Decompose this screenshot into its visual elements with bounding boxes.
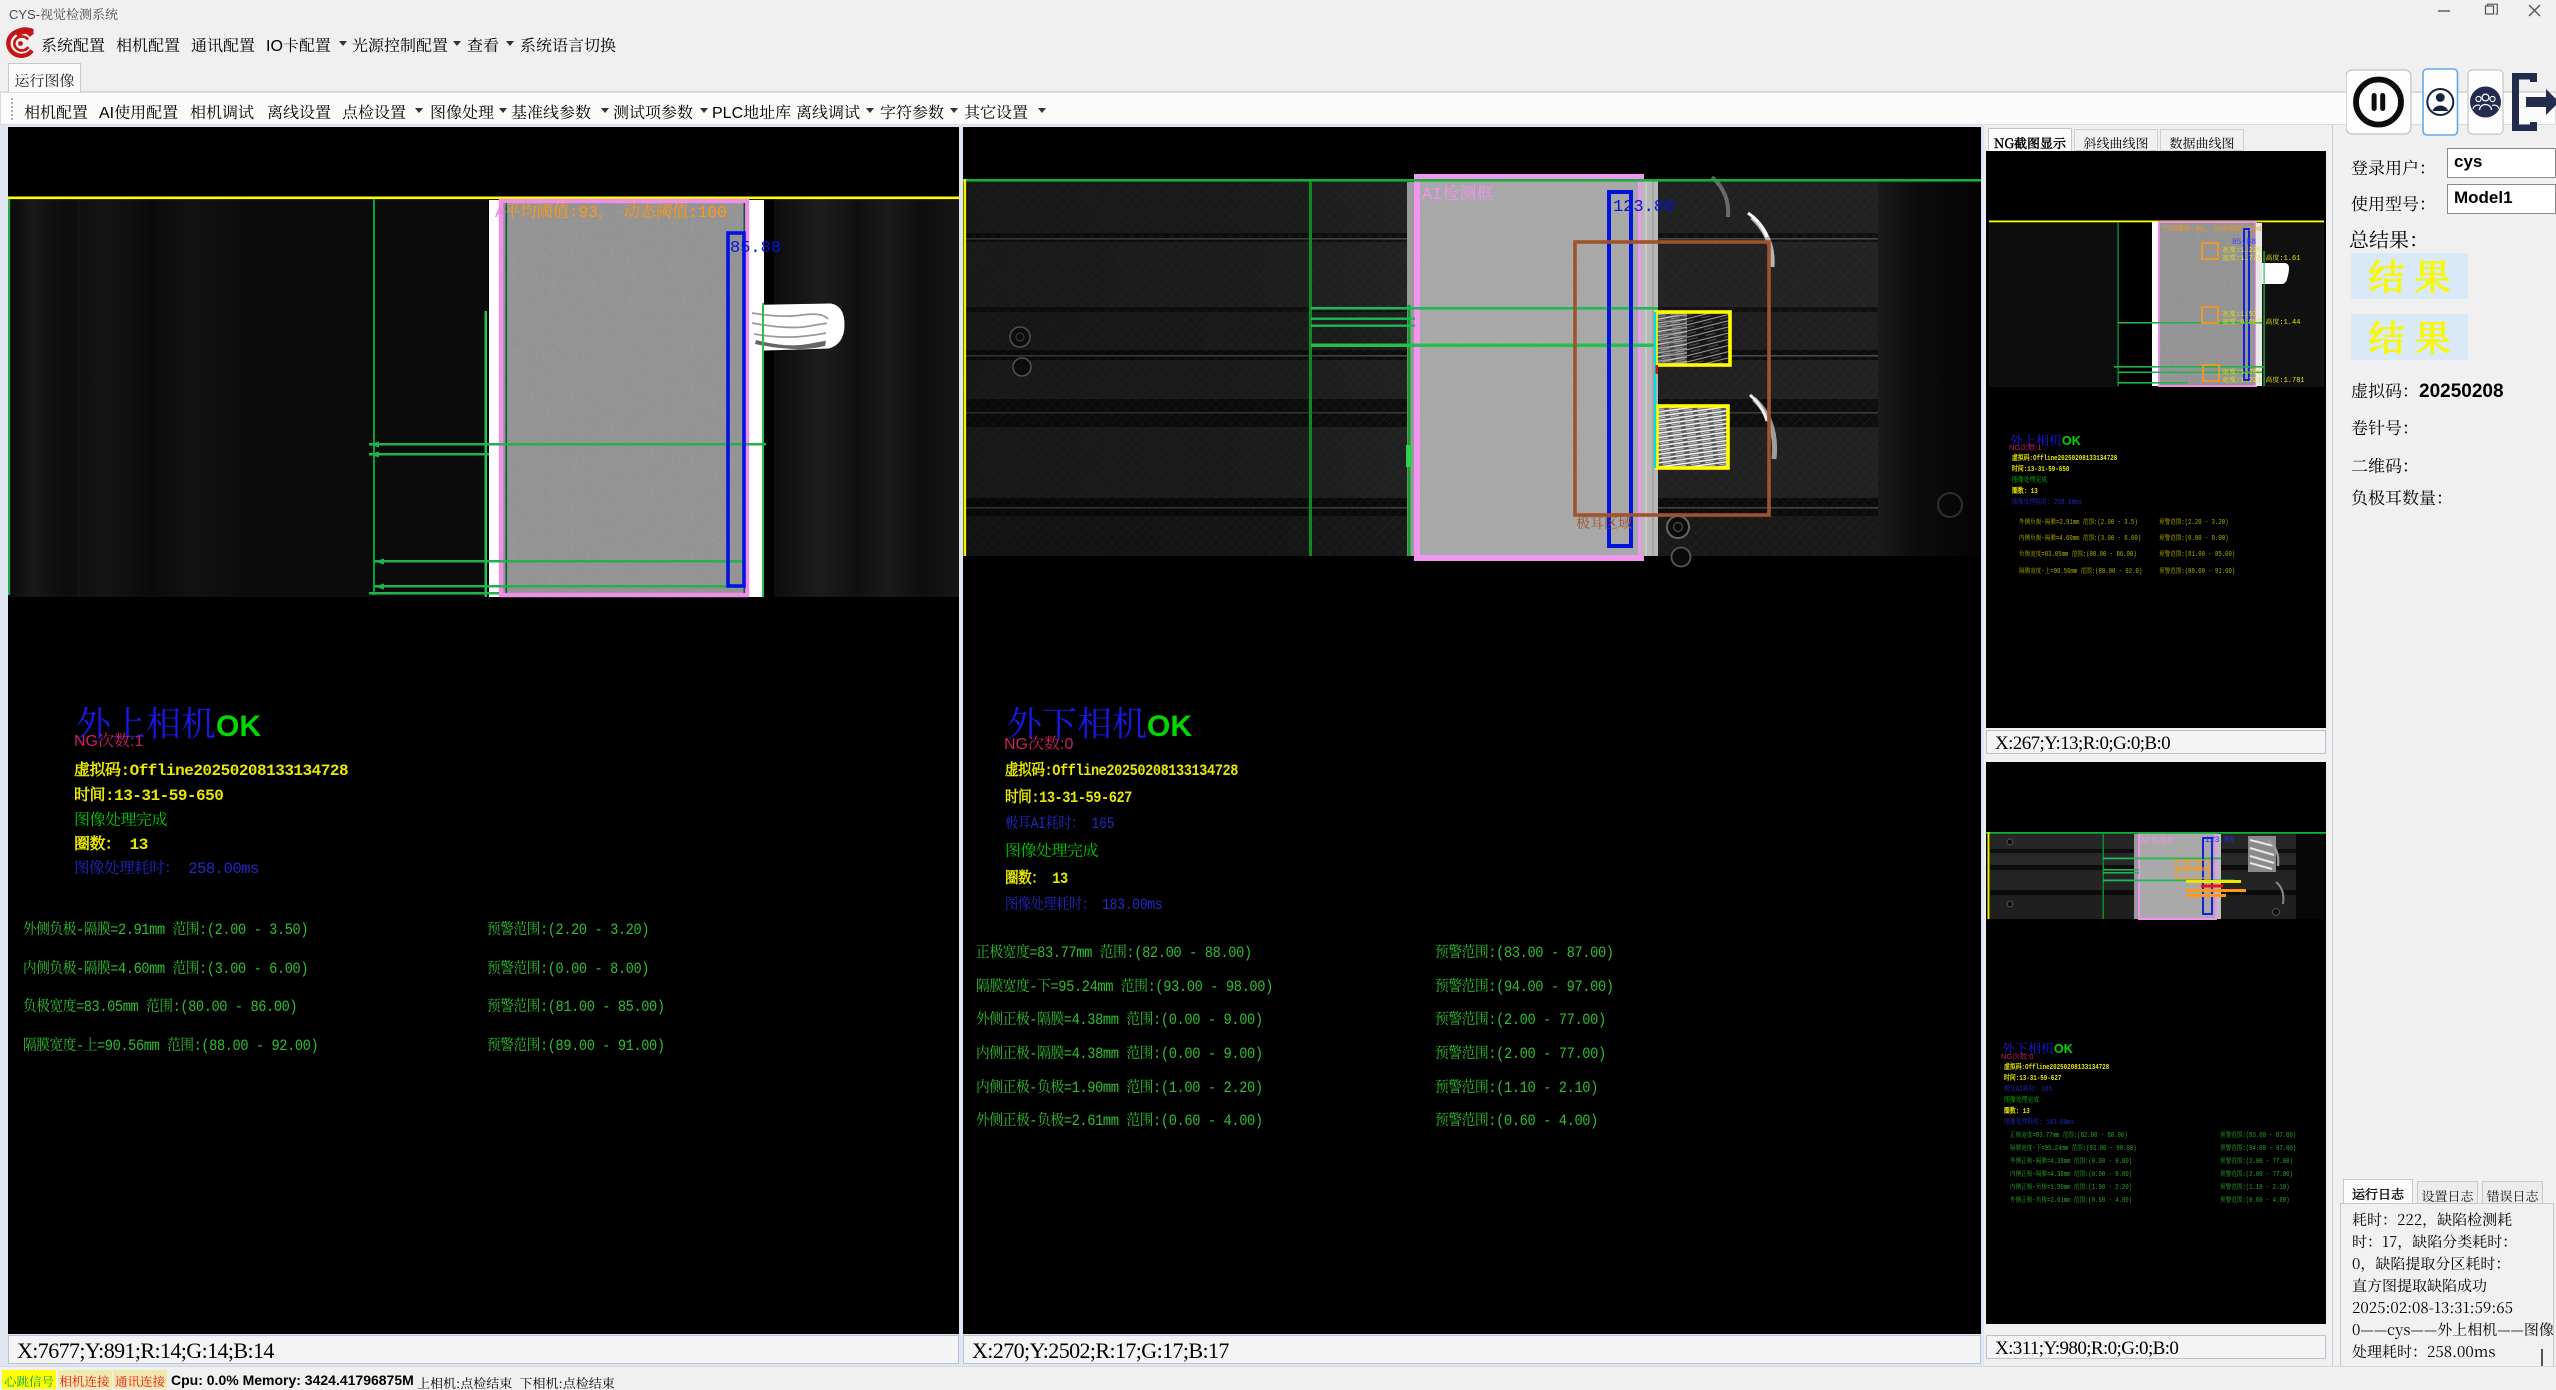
svg-text:123.80: 123.80 xyxy=(2205,836,2234,845)
svg-text:宽度:0.887 高度:1.44: 宽度:0.887 高度:1.44 xyxy=(2222,318,2300,327)
svg-text:极耳区域: 极耳区域 xyxy=(1576,516,1632,533)
svg-text:85.88: 85.88 xyxy=(730,239,781,258)
svg-text:AI检测框: AI检测框 xyxy=(1422,184,1493,205)
svg-text:85.88: 85.88 xyxy=(2232,238,2256,247)
svg-text:AI检测框: AI检测框 xyxy=(2141,836,2175,846)
svg-text:宽度:1.226: 宽度:1.226 xyxy=(2222,246,2261,255)
svg-text:平均阈值:93， 动态阈值:100: 平均阈值:93， 动态阈值:100 xyxy=(504,203,727,222)
svg-text:宽度:1.775 高度:1.61: 宽度:1.775 高度:1.61 xyxy=(2222,254,2300,263)
svg-text:平均阈值:93, 动态阈值:100: 平均阈值:93, 动态阈值:100 xyxy=(2161,224,2262,234)
svg-text:123.80: 123.80 xyxy=(1613,198,1674,217)
svg-text:宽度:1.391: 宽度:1.391 xyxy=(2222,368,2261,377)
svg-text:宽度:1.57: 宽度:1.57 xyxy=(2222,310,2257,319)
svg-text:宽度:1.221 高度:1.781: 宽度:1.221 高度:1.781 xyxy=(2222,376,2305,385)
